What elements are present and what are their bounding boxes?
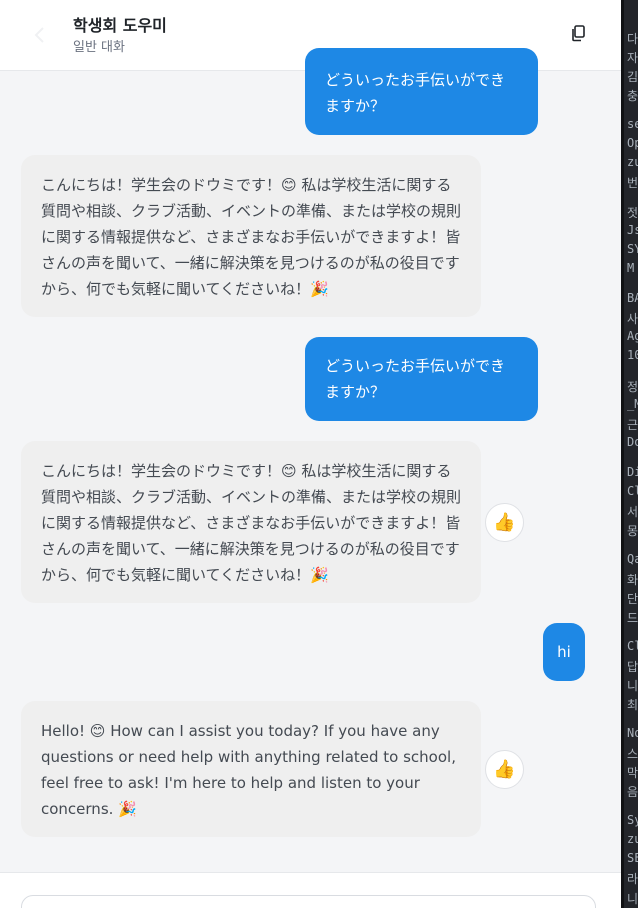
back-icon: [34, 27, 44, 43]
reaction-button[interactable]: 👍: [485, 503, 524, 542]
copy-icon: [572, 25, 585, 42]
back-button[interactable]: [28, 22, 54, 48]
side-panel-text: 근: [627, 418, 638, 432]
side-panel-text: SY: [627, 242, 638, 256]
side-panel-text: 막: [627, 766, 638, 780]
side-panel-text: Cl: [627, 639, 638, 653]
side-panel-text: 다: [627, 32, 638, 46]
side-panel-text: Sy: [627, 813, 638, 827]
message-text: こんにちは！学生会のドウミです！😊 私は学校生活に関する質問や相談、クラブ活動、…: [41, 462, 462, 584]
conversation-type-label: 일반 대화: [73, 40, 125, 55]
side-panel-text: zu: [627, 832, 638, 846]
side-panel-text: Cl: [627, 484, 638, 498]
page-title: 학생회 도우미: [73, 16, 167, 35]
side-panel-text: 충: [627, 89, 638, 103]
chat-pane: 학생회 도우미 일반 대화 どういったお手伝いができますか？ こんにちは！学生会…: [0, 0, 621, 908]
side-panel-text: se: [627, 117, 638, 131]
side-panel-text: 니: [627, 892, 638, 906]
side-panel-text: 사: [627, 312, 638, 326]
side-panel-text: 스: [627, 747, 638, 761]
side-panel-text: 젓: [627, 206, 638, 220]
side-panel-text: BA: [627, 291, 638, 305]
side-panel-text: 드: [627, 611, 638, 625]
side-panel-text: 서: [627, 505, 638, 519]
message-input[interactable]: [21, 895, 596, 908]
assistant-message: こんにちは！学生会のドウミです！😊 私は学校生活に関する質問や相談、クラブ活動、…: [21, 155, 481, 317]
side-panel-text: zu: [627, 155, 638, 169]
user-message: どういったお手伝いができますか？: [305, 337, 538, 421]
message-text: どういったお手伝いができますか？: [325, 357, 506, 401]
side-panel-text: _M: [627, 397, 638, 411]
assistant-message: Hello! 😊 How can I assist you today? If …: [21, 701, 481, 837]
message-text: こんにちは！学生会のドウミです！😊 私は学校生活に関する質問や相談、クラブ活動、…: [41, 176, 462, 298]
copy-button[interactable]: [568, 22, 590, 44]
side-panel-text: Qa: [627, 552, 638, 566]
side-panel-text: 최: [627, 698, 638, 712]
side-panel-text: 번: [627, 176, 638, 190]
side-panel-text: SE: [627, 851, 638, 865]
side-panel-text: 화: [627, 573, 638, 587]
message-text: Hello! 😊 How can I assist you today? If …: [41, 722, 456, 818]
thumbs-up-icon: 👍: [493, 759, 516, 780]
message-text: hi: [557, 643, 571, 661]
side-panel-text: 음: [627, 785, 638, 799]
side-panel-text: M: [627, 261, 635, 275]
side-panel-text: 자: [627, 51, 638, 65]
message-text: どういったお手伝いができますか？: [325, 71, 506, 115]
side-panel-text: 라: [627, 872, 638, 886]
user-message: どういったお手伝いができますか？: [305, 48, 538, 135]
thumbs-up-icon: 👍: [493, 512, 516, 533]
background-editor-strip: 다 자 김 충 se Op zu 번젓 Js SY M BA 사 Ag 10 정 _M 근 Do Di Cl 서 몽 Qa 화 단…: [621, 0, 638, 908]
side-panel-text: 몽: [627, 524, 638, 538]
side-panel-text: Js: [627, 223, 638, 237]
composer-bar: [0, 872, 621, 908]
side-panel-text: Op: [627, 136, 638, 150]
side-panel-text: 김: [627, 70, 638, 84]
reaction-button[interactable]: 👍: [485, 750, 524, 789]
side-panel-text: Do: [627, 435, 638, 449]
side-panel-text: Di: [627, 465, 638, 479]
side-panel-text: No: [627, 726, 638, 740]
side-panel-text: 답: [627, 660, 638, 674]
assistant-message: こんにちは！学生会のドウミです！😊 私は学校生活に関する質問や相談、クラブ活動、…: [21, 441, 481, 603]
side-panel-text: 정: [627, 380, 638, 394]
side-panel-text: 니: [627, 679, 638, 693]
side-panel-text: 10: [627, 348, 638, 362]
side-panel-text: 단: [627, 592, 638, 606]
window-edge: [621, 0, 624, 908]
side-panel-text: Ag: [627, 329, 638, 343]
user-message: hi: [543, 623, 585, 681]
